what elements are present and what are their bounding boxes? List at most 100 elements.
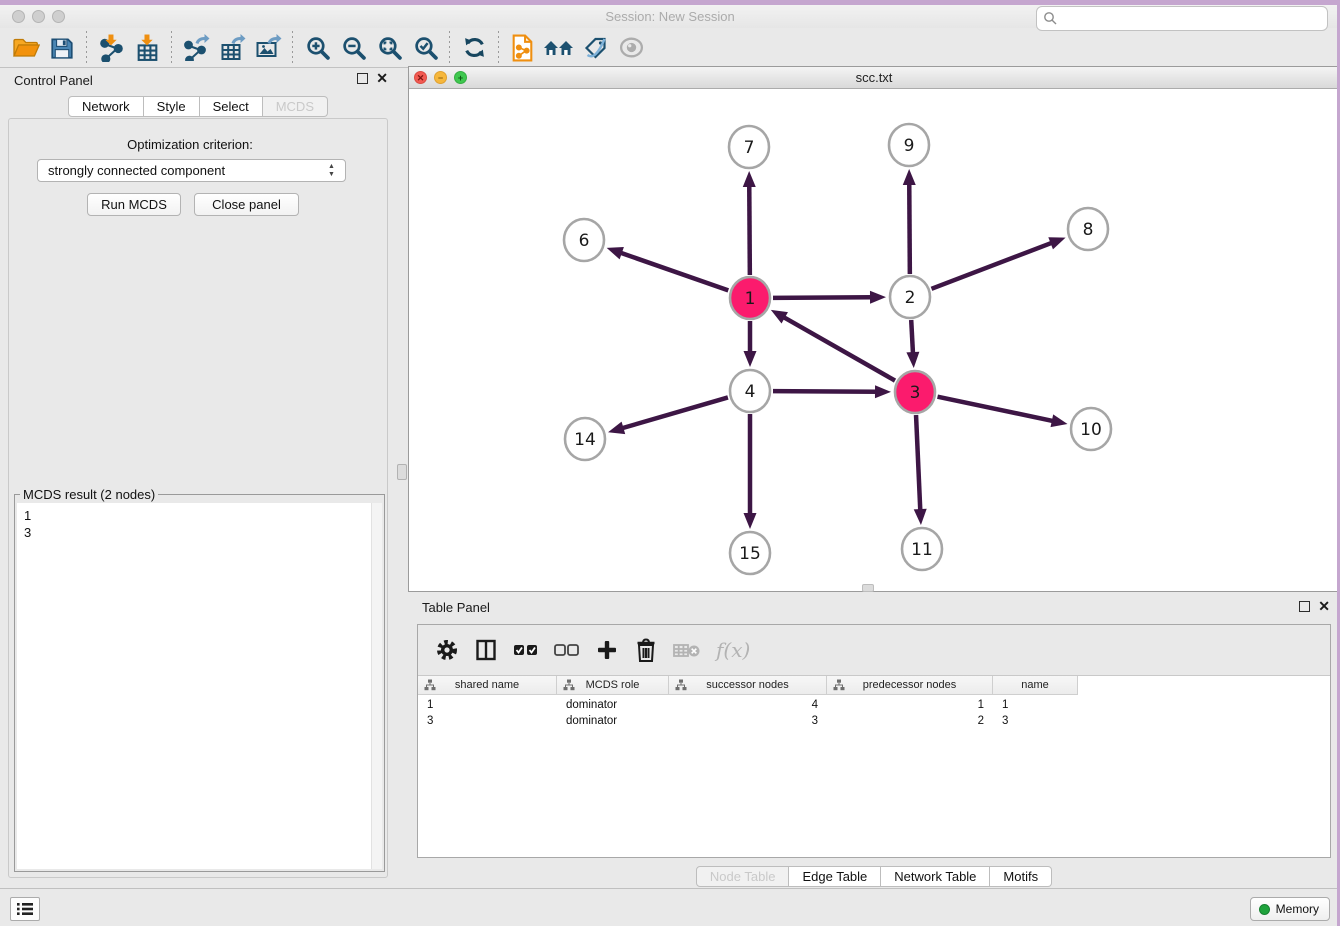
float-panel-icon[interactable] bbox=[357, 73, 368, 84]
column-header-successor-nodes[interactable]: successor nodes bbox=[669, 676, 827, 695]
close-panel-icon[interactable]: ✕ bbox=[376, 73, 388, 84]
edge-1-2[interactable] bbox=[773, 297, 872, 298]
unselect-all-rows-icon[interactable] bbox=[554, 637, 580, 663]
tab-style[interactable]: Style bbox=[144, 96, 200, 117]
edge-3-11[interactable] bbox=[916, 415, 920, 511]
svg-text:4: 4 bbox=[745, 382, 756, 402]
delete-column-icon[interactable] bbox=[634, 637, 658, 663]
table-toolbar: f(x) bbox=[418, 625, 1330, 675]
network-canvas[interactable]: 7 9 6 8 1 2 4 3 14 10 15 11 bbox=[409, 89, 1339, 592]
memory-button[interactable]: Memory bbox=[1250, 897, 1330, 921]
table-cell[interactable]: 3 bbox=[993, 713, 1078, 729]
table-cell[interactable]: 3 bbox=[669, 713, 827, 729]
export-network-icon[interactable] bbox=[178, 31, 214, 65]
show-columns-icon[interactable] bbox=[474, 637, 498, 663]
tab-network-table[interactable]: Network Table bbox=[881, 866, 990, 887]
edge-2-3[interactable] bbox=[911, 320, 913, 354]
edge-3-1[interactable] bbox=[783, 317, 895, 381]
edge-3-10[interactable] bbox=[938, 397, 1054, 421]
graph-node-1[interactable]: 1 bbox=[730, 277, 770, 319]
control-panel-title: Control Panel bbox=[14, 73, 93, 88]
table-settings-gear-icon[interactable] bbox=[435, 637, 459, 663]
zoom-selected-icon[interactable] bbox=[407, 31, 443, 65]
toolbar-separator bbox=[449, 31, 450, 65]
mcds-result-group: MCDS result (2 nodes) 1 3 bbox=[14, 494, 385, 872]
graph-node-11[interactable]: 11 bbox=[902, 528, 942, 570]
run-mcds-button[interactable]: Run MCDS bbox=[87, 193, 181, 216]
graph-node-10[interactable]: 10 bbox=[1071, 408, 1111, 450]
svg-text:8: 8 bbox=[1083, 220, 1094, 240]
tab-node-table[interactable]: Node Table bbox=[696, 866, 790, 887]
edge-2-8[interactable] bbox=[931, 243, 1052, 289]
task-history-button[interactable] bbox=[10, 897, 40, 921]
vertical-splitter-handle[interactable] bbox=[397, 464, 407, 480]
graph-node-2[interactable]: 2 bbox=[890, 276, 930, 318]
column-header-predecessor-nodes[interactable]: predecessor nodes bbox=[827, 676, 993, 695]
graph-node-14[interactable]: 14 bbox=[565, 418, 605, 460]
tab-mcds[interactable]: MCDS bbox=[263, 96, 328, 117]
mcds-result-area[interactable]: 1 3 bbox=[17, 503, 382, 869]
first-neighbors-icon[interactable] bbox=[541, 31, 577, 65]
clone-network-icon[interactable] bbox=[505, 31, 541, 65]
edge-2-9[interactable] bbox=[909, 183, 910, 274]
zoom-fit-icon[interactable] bbox=[371, 31, 407, 65]
table-panel-tabs: Node TableEdge TableNetwork TableMotifs bbox=[408, 866, 1340, 887]
zoom-out-icon[interactable] bbox=[335, 31, 371, 65]
edge-1-6[interactable] bbox=[620, 253, 728, 291]
memory-label: Memory bbox=[1276, 902, 1319, 916]
tab-motifs[interactable]: Motifs bbox=[990, 866, 1052, 887]
edge-4-14[interactable] bbox=[621, 397, 727, 428]
export-table-icon[interactable] bbox=[214, 31, 250, 65]
save-session-icon[interactable] bbox=[44, 31, 80, 65]
hide-labels-icon[interactable] bbox=[577, 31, 613, 65]
tab-edge-table[interactable]: Edge Table bbox=[789, 866, 881, 887]
table-cell[interactable]: 4 bbox=[669, 697, 827, 713]
zoom-in-icon[interactable] bbox=[299, 31, 335, 65]
table-cell[interactable]: 1 bbox=[827, 697, 993, 713]
horizontal-splitter-handle[interactable] bbox=[862, 584, 874, 592]
table-cell[interactable]: 2 bbox=[827, 713, 993, 729]
table-cell[interactable]: dominator bbox=[557, 697, 669, 713]
toolbar-separator bbox=[292, 31, 293, 65]
column-header-name[interactable]: name bbox=[993, 676, 1078, 695]
select-all-rows-icon[interactable] bbox=[513, 637, 539, 663]
table-cell[interactable]: dominator bbox=[557, 713, 669, 729]
add-column-icon[interactable] bbox=[595, 637, 619, 663]
arrowhead-1-6 bbox=[607, 247, 624, 259]
network-window-titlebar[interactable]: ✕ − + scc.txt bbox=[409, 67, 1339, 89]
close-table-panel-icon[interactable]: ✕ bbox=[1318, 601, 1330, 612]
show-details-icon[interactable] bbox=[613, 31, 649, 65]
graph-node-3[interactable]: 3 bbox=[895, 371, 935, 413]
column-header-MCDS-role[interactable]: MCDS role bbox=[557, 676, 669, 695]
mcds-result-scrollbar[interactable] bbox=[371, 503, 382, 869]
table-cell[interactable]: 3 bbox=[418, 713, 557, 729]
list-icon bbox=[16, 902, 34, 916]
close-panel-button[interactable]: Close panel bbox=[194, 193, 299, 216]
optimization-criterion-dropdown[interactable]: strongly connected component ▲▼ bbox=[37, 159, 346, 182]
search-input[interactable] bbox=[1036, 6, 1328, 31]
import-table-icon[interactable] bbox=[129, 31, 165, 65]
table-cell[interactable]: 1 bbox=[418, 697, 557, 713]
graph-node-9[interactable]: 9 bbox=[889, 124, 929, 166]
float-table-panel-icon[interactable] bbox=[1299, 601, 1310, 612]
edge-1-7[interactable] bbox=[749, 185, 750, 275]
table-cell[interactable]: 1 bbox=[993, 697, 1078, 713]
tab-select[interactable]: Select bbox=[200, 96, 263, 117]
open-session-icon[interactable] bbox=[8, 31, 44, 65]
mcds-result-lines: 1 3 bbox=[24, 507, 31, 541]
column-header-shared-name[interactable]: shared name bbox=[418, 676, 557, 695]
table-row[interactable]: 1dominator411 bbox=[418, 697, 1078, 713]
edge-4-3[interactable] bbox=[773, 391, 877, 392]
table-row[interactable]: 3dominator323 bbox=[418, 713, 1078, 729]
export-image-icon[interactable] bbox=[250, 31, 286, 65]
apply-layout-icon[interactable] bbox=[456, 31, 492, 65]
tab-network[interactable]: Network bbox=[68, 96, 144, 117]
delete-table-icon bbox=[673, 637, 701, 663]
arrowhead-4-14 bbox=[608, 422, 625, 434]
graph-node-4[interactable]: 4 bbox=[730, 370, 770, 412]
import-network-icon[interactable] bbox=[93, 31, 129, 65]
graph-node-6[interactable]: 6 bbox=[564, 219, 604, 261]
graph-node-15[interactable]: 15 bbox=[730, 532, 770, 574]
graph-node-7[interactable]: 7 bbox=[729, 126, 769, 168]
graph-node-8[interactable]: 8 bbox=[1068, 208, 1108, 250]
